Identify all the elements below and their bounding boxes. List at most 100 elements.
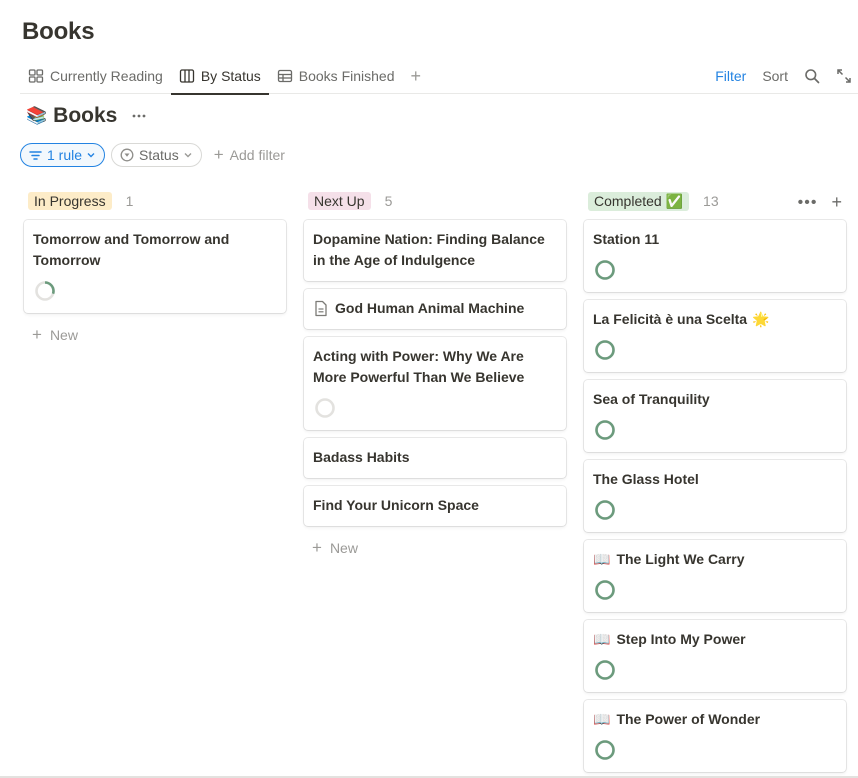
board-card[interactable]: Station 11 bbox=[584, 220, 846, 292]
add-view-button[interactable]: + bbox=[402, 58, 429, 94]
card-title-row: 📖 The Light We Carry bbox=[593, 549, 837, 570]
board-column-next-up: Next Up 5 Dopamine Nation: Finding Balan… bbox=[304, 188, 566, 562]
tab-label: By Status bbox=[200, 68, 261, 84]
status-tag-in-progress[interactable]: In Progress bbox=[28, 192, 112, 210]
filter-rule-chip[interactable]: 1 rule bbox=[20, 143, 106, 167]
card-list: Tomorrow and Tomorrow and Tomorrow bbox=[24, 220, 286, 313]
card-title-row: Acting with Power: Why We Are More Power… bbox=[313, 346, 557, 388]
board-card[interactable]: La Felicità è una Scelta 🌟 bbox=[584, 300, 846, 372]
progress-ring bbox=[33, 279, 277, 303]
board-card[interactable]: Badass Habits bbox=[304, 438, 566, 478]
filter-button[interactable]: Filter bbox=[715, 68, 746, 84]
gallery-icon bbox=[28, 69, 44, 83]
column-count: 13 bbox=[703, 193, 719, 209]
board-card[interactable]: Dopamine Nation: Finding Balance in the … bbox=[304, 220, 566, 281]
card-title: La Felicità è una Scelta bbox=[593, 311, 748, 327]
status-tag-completed[interactable]: Completed ✅ bbox=[588, 191, 690, 211]
sort-button[interactable]: Sort bbox=[762, 68, 788, 84]
column-header: Next Up 5 bbox=[304, 188, 566, 214]
board-card[interactable]: 📖 The Power of Wonder bbox=[584, 700, 846, 772]
progress-arc bbox=[595, 340, 615, 360]
column-actions: ••• + bbox=[798, 192, 842, 213]
search-button[interactable] bbox=[804, 68, 820, 84]
chevron-down-icon bbox=[87, 153, 95, 158]
tab-label: Currently Reading bbox=[50, 68, 163, 84]
plus-icon: + bbox=[32, 325, 42, 344]
column-more-button[interactable]: ••• bbox=[798, 194, 818, 212]
board-card[interactable]: Acting with Power: Why We Are More Power… bbox=[304, 337, 566, 430]
column-add-button[interactable]: + bbox=[831, 192, 842, 213]
board-card[interactable]: 📖 The Light We Carry bbox=[584, 540, 846, 612]
filter-lines-icon bbox=[29, 150, 42, 160]
card-title-row: God Human Animal Machine bbox=[313, 298, 557, 319]
card-title: Sea of Tranquility bbox=[593, 391, 710, 407]
board-card[interactable]: 📖 Step Into My Power bbox=[584, 620, 846, 692]
tab-books-finished[interactable]: Books Finished bbox=[269, 58, 403, 94]
more-horizontal-icon bbox=[132, 114, 146, 118]
table-icon bbox=[277, 69, 292, 83]
card-title: Badass Habits bbox=[313, 449, 410, 465]
new-card-label: New bbox=[49, 327, 78, 343]
card-title-row: Sea of Tranquility bbox=[593, 389, 837, 410]
view-tools: Filter Sort bbox=[715, 58, 858, 94]
search-icon bbox=[805, 69, 820, 84]
card-title: Find Your Unicorn Space bbox=[313, 497, 479, 513]
card-title: Step Into My Power bbox=[616, 631, 746, 647]
database-more-button[interactable] bbox=[131, 108, 147, 124]
progress-ring bbox=[593, 418, 837, 442]
expand-button[interactable] bbox=[836, 68, 852, 84]
card-title: Dopamine Nation: Finding Balance in the … bbox=[313, 231, 545, 268]
status-tag-next-up[interactable]: Next Up bbox=[308, 192, 371, 210]
new-card-button[interactable]: + New bbox=[24, 321, 286, 349]
board-card[interactable]: Find Your Unicorn Space bbox=[304, 486, 566, 526]
add-filter-button[interactable]: + Add filter bbox=[214, 145, 285, 165]
database-name[interactable]: Books bbox=[53, 104, 117, 128]
database-title: 📚 Books bbox=[26, 104, 147, 128]
card-title-row: Badass Habits bbox=[313, 447, 557, 468]
column-header: In Progress 1 bbox=[24, 188, 286, 214]
plus-icon: + bbox=[213, 145, 224, 164]
board-card[interactable]: God Human Animal Machine bbox=[304, 289, 566, 329]
progress-ring bbox=[593, 338, 837, 362]
card-title-row: Find Your Unicorn Space bbox=[313, 495, 557, 516]
progress-ring bbox=[593, 258, 837, 282]
progress-track bbox=[315, 398, 335, 418]
board-icon bbox=[179, 69, 194, 83]
book-emoji-icon: 📖 bbox=[593, 711, 611, 727]
book-emoji-icon: 📖 bbox=[593, 551, 611, 567]
card-list: Dopamine Nation: Finding Balance in the … bbox=[304, 220, 566, 526]
progress-ring bbox=[593, 498, 837, 522]
progress-arc bbox=[595, 580, 615, 600]
card-title: The Light We Carry bbox=[616, 551, 745, 567]
progress-ring bbox=[313, 396, 557, 420]
progress-arc bbox=[595, 500, 615, 520]
card-title: The Power of Wonder bbox=[616, 711, 761, 727]
board-column-in-progress: In Progress 1 Tomorrow and Tomorrow and … bbox=[24, 188, 286, 349]
card-title-row: Dopamine Nation: Finding Balance in the … bbox=[313, 229, 557, 271]
card-list: Station 11 La Felicità è una Scelta 🌟 Sea o… bbox=[584, 220, 846, 772]
tab-currently-reading[interactable]: Currently Reading bbox=[20, 58, 171, 94]
page-icon bbox=[313, 300, 329, 317]
progress-arc bbox=[595, 740, 615, 760]
board-card[interactable]: Tomorrow and Tomorrow and Tomorrow bbox=[24, 220, 286, 313]
card-title-row: 📖 The Power of Wonder bbox=[593, 709, 837, 730]
board-card[interactable]: The Glass Hotel bbox=[584, 460, 846, 532]
filter-bar: 1 rule Status + Add filter bbox=[20, 143, 285, 167]
board-card[interactable]: Sea of Tranquility bbox=[584, 380, 846, 452]
column-count: 5 bbox=[384, 193, 393, 209]
progress-ring bbox=[593, 578, 837, 602]
filter-rule-label: 1 rule bbox=[47, 147, 83, 163]
card-title-row: The Glass Hotel bbox=[593, 469, 837, 490]
books-emoji-icon: 📚 bbox=[26, 106, 48, 125]
status-filter-chip[interactable]: Status bbox=[111, 143, 202, 167]
page-title: Books bbox=[22, 18, 95, 45]
new-card-button[interactable]: + New bbox=[304, 534, 566, 562]
card-title-row: Station 11 bbox=[593, 229, 837, 250]
new-card-label: New bbox=[329, 540, 358, 556]
progress-arc bbox=[595, 420, 615, 440]
progress-arc bbox=[595, 660, 615, 680]
card-title: God Human Animal Machine bbox=[335, 300, 525, 316]
plus-icon: + bbox=[312, 538, 322, 557]
column-header: Completed ✅ 13 ••• + bbox=[584, 188, 846, 214]
tab-by-status[interactable]: By Status bbox=[170, 58, 269, 95]
